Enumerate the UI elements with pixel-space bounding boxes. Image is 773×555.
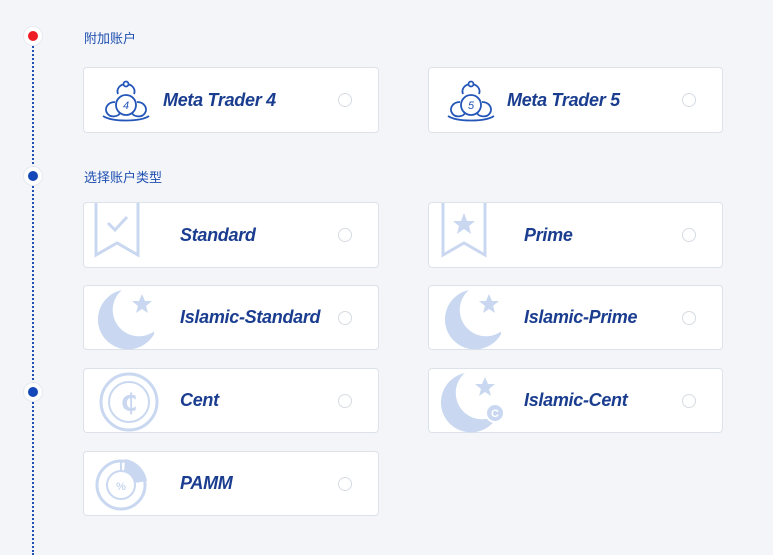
step-title-account-type: 选择账户类型 <box>84 171 163 186</box>
percent-symbol: % <box>116 481 126 493</box>
crescent-star-coin-icon: C <box>435 369 507 433</box>
account-type-label: PAMM <box>180 473 233 493</box>
ribbon-check-icon <box>94 203 142 267</box>
metatrader-4-icon: 4 <box>100 80 152 124</box>
cent-symbol: ₵ <box>121 389 138 417</box>
radio-button[interactable] <box>682 310 696 325</box>
platform-badge: 5 <box>468 100 475 112</box>
pie-percent-icon: % <box>94 457 152 513</box>
radio-button[interactable] <box>682 393 696 408</box>
account-type-label: Cent <box>180 390 219 410</box>
radio-button[interactable] <box>682 228 696 242</box>
crescent-star-icon <box>92 286 154 350</box>
step-title-platform: 附加账户 <box>84 32 137 47</box>
step-dot-1 <box>24 27 42 45</box>
metatrader-5-icon: 5 <box>445 80 497 124</box>
account-card-islamic-standard[interactable]: Islamic-Standard <box>83 285 379 350</box>
account-card-cent[interactable]: ₵ Cent <box>83 368 379 433</box>
account-card-islamic-prime[interactable]: Islamic-Prime <box>428 285 723 350</box>
radio-button[interactable] <box>682 93 696 107</box>
radio-button[interactable] <box>338 228 352 242</box>
crescent-star-icon <box>439 286 501 350</box>
step-dot-2 <box>24 167 42 185</box>
cent-coin-icon: ₵ <box>98 371 160 433</box>
account-type-label: Standard <box>180 225 256 245</box>
radio-button[interactable] <box>338 393 352 408</box>
cent-symbol: C <box>491 408 499 420</box>
step-dot-3 <box>24 383 42 401</box>
account-card-prime[interactable]: Prime <box>428 202 723 268</box>
account-card-pamm[interactable]: % PAMM <box>83 451 379 516</box>
radio-button[interactable] <box>338 310 352 325</box>
ribbon-star-icon <box>441 203 489 267</box>
account-type-label: Islamic-Standard <box>180 307 321 327</box>
account-card-islamic-cent[interactable]: C Islamic-Cent <box>428 368 723 433</box>
account-type-label: Islamic-Prime <box>524 307 638 327</box>
platform-badge: 4 <box>123 100 129 112</box>
account-type-label: Prime <box>524 225 573 245</box>
account-card-standard[interactable]: Standard <box>83 202 379 268</box>
platform-card-mt4[interactable]: 4 Meta Trader 4 <box>83 67 379 133</box>
radio-button[interactable] <box>338 93 352 107</box>
radio-button[interactable] <box>338 476 352 491</box>
timeline-line <box>32 35 34 555</box>
platform-card-mt5[interactable]: 5 Meta Trader 5 <box>428 67 723 133</box>
platform-label: Meta Trader 5 <box>507 90 620 110</box>
platform-label: Meta Trader 4 <box>163 90 276 110</box>
account-type-label: Islamic-Cent <box>524 390 628 410</box>
